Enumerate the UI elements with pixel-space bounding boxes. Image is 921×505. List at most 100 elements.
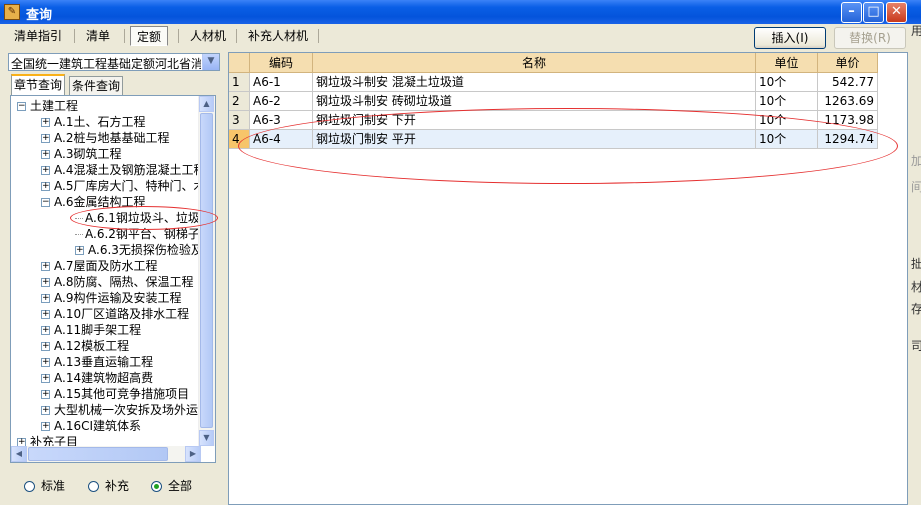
collapse-icon[interactable]: − (17, 102, 26, 111)
tree-item[interactable]: + A.12模板工程 (41, 338, 129, 354)
expand-icon[interactable]: + (41, 262, 50, 271)
tree-item[interactable]: + A.2桩与地基基础工程 (41, 130, 169, 146)
chevron-down-icon[interactable]: ▼ (202, 54, 219, 70)
tab-separator (178, 29, 179, 43)
tree-item[interactable]: − 土建工程 (17, 98, 78, 114)
scroll-up-icon[interactable]: ▲ (199, 96, 214, 112)
cell-price[interactable]: 1173.98 (818, 111, 878, 130)
row-number[interactable]: 4 (229, 130, 250, 149)
cell-name[interactable]: 钢垃圾斗制安 砖砌垃圾道 (313, 92, 756, 111)
replace-button[interactable]: 替换(R) (834, 27, 906, 49)
tree-item[interactable]: + A.3砌筑工程 (41, 146, 121, 162)
tree-item[interactable]: − A.6金属结构工程 (41, 194, 145, 210)
minimize-button[interactable]: – (841, 2, 862, 23)
scroll-right-icon[interactable]: ▶ (185, 446, 201, 462)
radio-supplement-circle[interactable] (88, 481, 99, 492)
tab-buchong-rencaiji[interactable]: 补充人材机 (242, 26, 314, 46)
tree-item[interactable]: + A.4混凝土及钢筋混凝土工程 (41, 162, 205, 178)
expand-icon[interactable]: + (41, 118, 50, 127)
expand-icon[interactable]: + (41, 182, 50, 191)
cell-name[interactable]: 钢垃圾斗制安 混凝土垃圾道 (313, 73, 756, 92)
tree-item[interactable]: + A.1土、石方工程 (41, 114, 145, 130)
chapter-tree: − 土建工程 + A.1土、石方工程 + A.2桩与地基基础工程 + A.3砌筑工程 + A.4混… (10, 95, 216, 463)
radio-all[interactable]: 全部 (151, 477, 192, 494)
tree-item[interactable]: + A.13垂直运输工程 (41, 354, 153, 370)
tree-item[interactable]: + A.15其他可竞争措施项目 (41, 386, 189, 402)
scroll-left-icon[interactable]: ◀ (11, 446, 27, 462)
row-number[interactable]: 2 (229, 92, 250, 111)
row-number[interactable]: 3 (229, 111, 250, 130)
cell-code[interactable]: A6-3 (250, 111, 313, 130)
cell-price[interactable]: 1263.69 (818, 92, 878, 111)
tree-item-label: A.8防腐、隔热、保温工程 (54, 275, 194, 289)
cell-unit[interactable]: 10个 (756, 73, 818, 92)
expand-icon[interactable]: + (41, 150, 50, 159)
expand-icon[interactable]: + (41, 422, 50, 431)
insert-button[interactable]: 插入(I) (754, 27, 826, 49)
cell-unit[interactable]: 10个 (756, 92, 818, 111)
tree-item-label: A.15其他可竞争措施项目 (54, 387, 190, 401)
collapse-icon[interactable]: − (41, 198, 50, 207)
radio-all-label: 全部 (168, 479, 193, 493)
expand-icon[interactable]: + (41, 406, 50, 415)
radio-supplement[interactable]: 补充 (88, 477, 129, 494)
expand-icon[interactable]: + (41, 358, 50, 367)
expand-icon[interactable]: + (41, 326, 50, 335)
scroll-down-icon[interactable]: ▼ (199, 430, 214, 446)
column-header-name[interactable]: 名称 (313, 53, 756, 73)
radio-standard-label: 标准 (41, 479, 66, 493)
expand-icon[interactable]: + (41, 134, 50, 143)
tree-item[interactable]: + A.8防腐、隔热、保温工程 (41, 274, 193, 290)
tab-qingdan[interactable]: 清单 (80, 26, 116, 46)
expand-icon[interactable]: + (41, 294, 50, 303)
expand-icon[interactable]: + (41, 310, 50, 319)
cell-name[interactable]: 钢垃圾门制安 平开 (313, 130, 756, 149)
tree-item[interactable]: + A.14建筑物超高费 (41, 370, 153, 386)
expand-icon[interactable]: + (41, 342, 50, 351)
quota-library-select[interactable]: 全国统一建筑工程基础定额河北省消 ▼ (8, 53, 220, 71)
maximize-button[interactable]: □ (863, 2, 884, 23)
cell-code[interactable]: A6-4 (250, 130, 313, 149)
cell-price[interactable]: 542.77 (818, 73, 878, 92)
quota-library-value: 全国统一建筑工程基础定额河北省消 (11, 57, 201, 71)
tree-item[interactable]: + A.16CI建筑体系 (41, 418, 141, 434)
cell-code[interactable]: A6-2 (250, 92, 313, 111)
cell-code[interactable]: A6-1 (250, 73, 313, 92)
tree-item[interactable]: + A.11脚手架工程 (41, 322, 141, 338)
column-header-price[interactable]: 单价 (818, 53, 878, 73)
tree-item[interactable]: + A.7屋面及防水工程 (41, 258, 157, 274)
cell-unit[interactable]: 10个 (756, 130, 818, 149)
cell-name[interactable]: 钢垃圾门制安 下开 (313, 111, 756, 130)
close-button[interactable]: ✕ (886, 2, 907, 23)
cell-unit[interactable]: 10个 (756, 111, 818, 130)
tab-condition-search[interactable]: 条件查询 (69, 76, 124, 95)
radio-all-circle[interactable] (151, 481, 162, 492)
tree-item[interactable]: A.6.2钢平台、钢梯子、 (75, 226, 212, 242)
tree-item[interactable]: + 大型机械一次安拆及场外运 (41, 402, 198, 418)
column-header-code[interactable]: 编码 (250, 53, 313, 73)
tab-qingdan-zhiyin[interactable]: 清单指引 (8, 26, 68, 46)
expand-icon[interactable]: + (75, 246, 84, 255)
tab-ding-e[interactable]: 定额 (130, 26, 169, 46)
tab-separator (74, 29, 75, 43)
expand-icon[interactable]: + (41, 166, 50, 175)
radio-standard[interactable]: 标准 (24, 477, 65, 494)
tree-item[interactable]: + A.6.3无损探伤检验及除 (75, 242, 215, 258)
expand-icon[interactable]: + (41, 390, 50, 399)
tab-chapter-search[interactable]: 章节查询 (11, 74, 66, 95)
row-number[interactable]: 1 (229, 73, 250, 92)
expand-icon[interactable]: + (41, 278, 50, 287)
tree-horizontal-scrollbar[interactable]: ◀ ▶ (11, 446, 201, 462)
tree-item[interactable]: A.6.1钢垃圾斗、垃圾门 (75, 210, 212, 226)
radio-standard-circle[interactable] (24, 481, 35, 492)
cell-price[interactable]: 1294.74 (818, 130, 878, 149)
tree-item[interactable]: + A.10厂区道路及排水工程 (41, 306, 189, 322)
scroll-thumb-horizontal[interactable] (28, 447, 168, 461)
expand-icon[interactable]: + (41, 374, 50, 383)
tree-item[interactable]: + A.9构件运输及安装工程 (41, 290, 181, 306)
column-header-unit[interactable]: 单位 (756, 53, 818, 73)
tree-item[interactable]: + A.5厂库房大门、特种门、木 (41, 178, 205, 194)
tab-rencaiji[interactable]: 人材机 (184, 26, 232, 46)
tree-vertical-scrollbar[interactable]: ▲ ▼ (198, 96, 215, 446)
scroll-thumb[interactable] (200, 113, 213, 428)
